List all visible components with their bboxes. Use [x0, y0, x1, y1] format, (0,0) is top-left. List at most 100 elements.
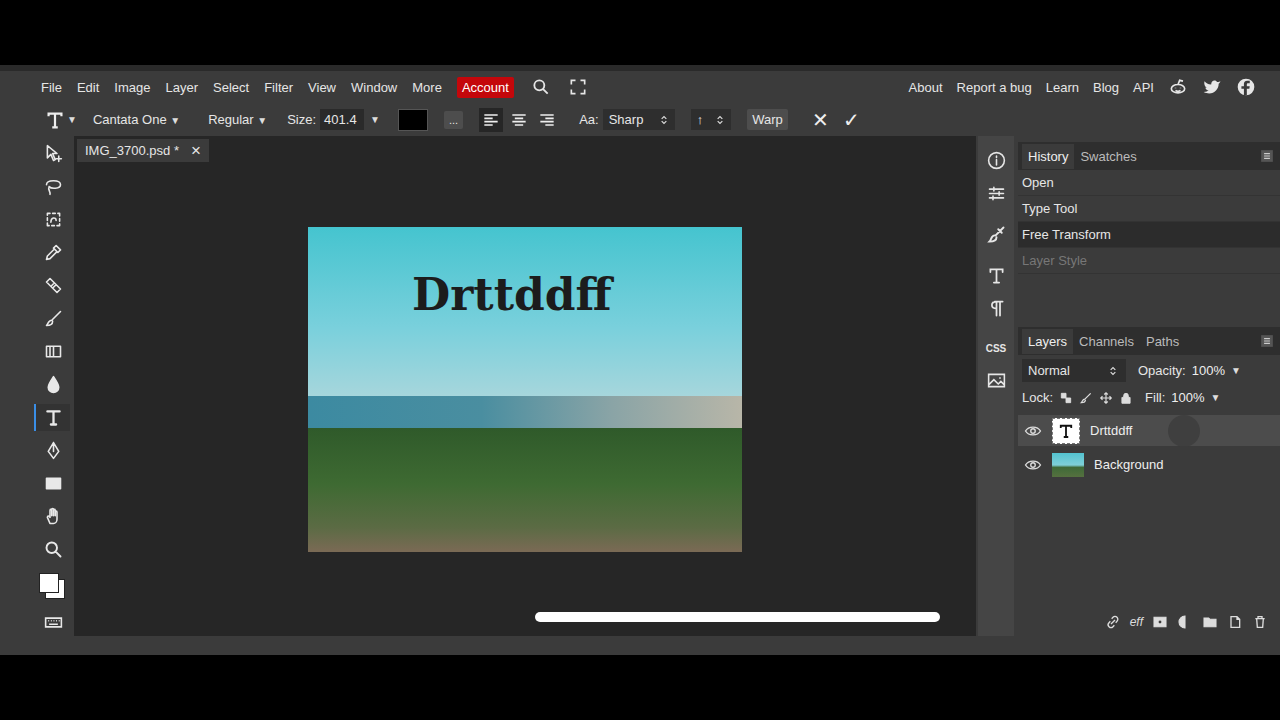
tool-button[interactable] — [34, 437, 70, 464]
eye-icon[interactable] — [1024, 422, 1042, 440]
adjlayer-icon[interactable] — [1177, 614, 1193, 630]
menu-item[interactable]: More — [412, 77, 442, 98]
layer-row[interactable]: Background — [1018, 449, 1280, 480]
tool-button[interactable] — [34, 470, 70, 497]
tool-button[interactable] — [34, 173, 70, 200]
panel-tab[interactable]: Channels — [1073, 329, 1140, 354]
fill-dropdown[interactable]: ▼ — [1211, 392, 1221, 403]
align-button[interactable] — [507, 108, 531, 132]
folder-icon[interactable] — [1202, 614, 1218, 630]
size-input[interactable]: 401.4 — [320, 109, 364, 130]
align-button[interactable] — [479, 108, 503, 132]
tool-preset[interactable]: ▼ — [44, 109, 77, 131]
align-button[interactable] — [535, 108, 559, 132]
panel-button[interactable] — [978, 181, 1014, 206]
foreground-color[interactable] — [39, 573, 59, 593]
opacity-input[interactable]: 100% — [1192, 363, 1225, 378]
menu-link[interactable]: About — [909, 80, 943, 95]
panel-button[interactable] — [978, 296, 1014, 321]
more-button[interactable]: ... — [444, 111, 463, 129]
orientation-select[interactable]: ↑ — [691, 109, 732, 130]
tool-button[interactable] — [34, 206, 70, 233]
history-item[interactable]: Free Transform — [1018, 222, 1280, 248]
tool-button[interactable] — [34, 536, 70, 563]
menu-item[interactable]: Window — [351, 77, 397, 98]
tool-button[interactable] — [34, 404, 70, 431]
tool-button[interactable] — [34, 305, 70, 332]
reddit-icon[interactable] — [1168, 77, 1188, 97]
text-color-swatch[interactable] — [398, 109, 428, 131]
panel-button[interactable] — [978, 368, 1014, 393]
tool-button[interactable] — [34, 239, 70, 266]
keyboard-button[interactable] — [34, 609, 70, 636]
layer-effects-button[interactable]: eff — [1130, 615, 1143, 629]
history-item[interactable]: Open — [1018, 170, 1280, 196]
commit-button[interactable]: ✓ — [843, 108, 860, 132]
menu-item[interactable]: File — [41, 77, 62, 98]
panel-tab[interactable]: Swatches — [1074, 144, 1142, 169]
menu-link[interactable]: Report a bug — [957, 80, 1032, 95]
menu-item[interactable]: View — [308, 77, 336, 98]
opacity-dropdown[interactable]: ▼ — [1231, 365, 1241, 376]
link-icon[interactable] — [1105, 614, 1121, 630]
history-item[interactable]: Type Tool — [1018, 196, 1280, 222]
menu-item[interactable]: Edit — [77, 77, 99, 98]
fill-input[interactable]: 100% — [1171, 390, 1204, 405]
panel-tab[interactable]: History — [1022, 144, 1074, 169]
menu-item[interactable]: Image — [114, 77, 150, 98]
panel-menu-icon[interactable] — [1260, 334, 1274, 348]
search-icon[interactable] — [531, 77, 551, 97]
layers-panel: LayersChannelsPathsNormalOpacity:100%▼Lo… — [1018, 327, 1280, 636]
tool-button[interactable] — [34, 272, 70, 299]
mask-icon[interactable] — [1152, 614, 1168, 630]
tool-button[interactable] — [34, 371, 70, 398]
updown-icon — [1106, 364, 1120, 378]
menu-item[interactable]: Filter — [264, 77, 293, 98]
eye-icon[interactable] — [1024, 456, 1042, 474]
history-item[interactable]: Layer Style — [1018, 248, 1280, 274]
warp-button[interactable]: Warp — [747, 109, 788, 130]
canvas[interactable]: Drttddff — [308, 227, 742, 552]
menu-item[interactable]: Select — [213, 77, 249, 98]
document-tab[interactable]: IMG_3700.psd *× — [77, 139, 209, 162]
checker-icon[interactable] — [1059, 391, 1073, 405]
scroll-bar[interactable] — [535, 612, 940, 622]
blend-mode-select[interactable]: Normal — [1022, 359, 1126, 382]
font-style-dropdown[interactable]: Regular ▼ — [208, 112, 267, 127]
menu-link[interactable]: API — [1133, 80, 1154, 95]
menu-item[interactable]: Layer — [166, 77, 199, 98]
facebook-icon[interactable] — [1236, 77, 1256, 97]
lock-move-icon[interactable] — [1099, 391, 1113, 405]
menu-link[interactable]: Blog — [1093, 80, 1119, 95]
lock-brush-icon[interactable] — [1079, 391, 1093, 405]
panel-header: HistorySwatches — [1018, 142, 1280, 170]
size-dropdown[interactable]: ▼ — [370, 114, 380, 125]
antialias-select[interactable]: Sharp — [603, 109, 675, 130]
tool-button[interactable] — [34, 140, 70, 167]
main-area: IMG_3700.psd *× Drttddff CSS HistorySwatche… — [0, 136, 1280, 636]
fill-label: Fill: — [1145, 390, 1165, 405]
canvas-text-layer[interactable]: Drttddff — [412, 269, 612, 322]
trash-icon[interactable] — [1252, 614, 1268, 630]
twitter-icon[interactable] — [1202, 77, 1222, 97]
close-tab-button[interactable]: × — [191, 142, 201, 159]
panel-button[interactable] — [978, 148, 1014, 173]
panel-menu-icon[interactable] — [1260, 149, 1274, 163]
color-picker[interactable] — [37, 571, 67, 601]
panel-tab[interactable]: Paths — [1140, 329, 1185, 354]
lock-icon[interactable] — [1119, 391, 1133, 405]
menu-link[interactable]: Learn — [1046, 80, 1079, 95]
panel-button[interactable] — [978, 263, 1014, 288]
font-dropdown[interactable]: Cantata One ▼ — [93, 112, 180, 127]
panel-tab[interactable]: Layers — [1022, 329, 1073, 354]
panel-button[interactable] — [978, 222, 1014, 247]
menu-links: About Report a bug Learn Blog API — [909, 77, 1256, 97]
cancel-button[interactable]: ✕ — [812, 108, 829, 132]
panel-button[interactable]: CSS — [978, 337, 1014, 360]
layer-row[interactable]: Drttddff — [1018, 415, 1280, 446]
tool-button[interactable] — [34, 503, 70, 530]
menu-item[interactable]: Account — [457, 77, 514, 98]
newlayer-icon[interactable] — [1227, 614, 1243, 630]
fullscreen-icon[interactable] — [568, 77, 588, 97]
tool-button[interactable] — [34, 338, 70, 365]
